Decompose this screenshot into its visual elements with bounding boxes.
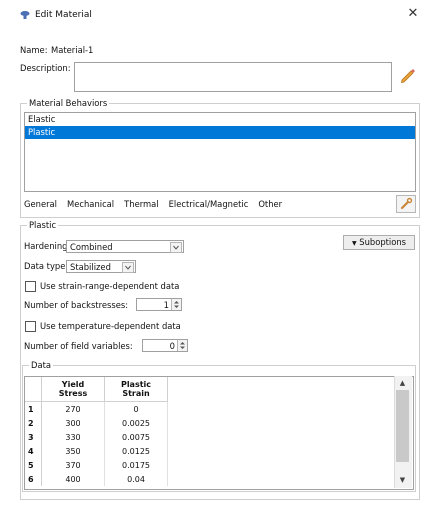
strain-range-label: Use strain-range-dependent data <box>40 281 180 291</box>
wrench-icon[interactable] <box>396 195 416 213</box>
description-label: Description: <box>20 63 71 73</box>
scroll-up-icon[interactable]: ▲ <box>396 379 409 388</box>
field-variables-label: Number of field variables: <box>24 341 133 351</box>
data-type-label: Data type: <box>24 261 69 271</box>
data-table[interactable]: Yield Stress Plastic Strain 1 270 0 2 30… <box>25 377 168 486</box>
data-legend: Data <box>31 360 51 370</box>
hardening-value: Combined <box>70 242 113 252</box>
window-title: Edit Material <box>35 10 92 20</box>
behavior-item-plastic[interactable]: Plastic <box>25 126 415 139</box>
column-header-line: Strain <box>122 389 150 398</box>
plastic-strain-cell[interactable]: 0.0075 <box>104 430 168 444</box>
yield-stress-cell[interactable]: 350 <box>41 444 105 458</box>
scrollbar-thumb[interactable] <box>396 390 409 462</box>
row-number: 2 <box>25 416 42 430</box>
row-number: 3 <box>25 430 42 444</box>
table-row[interactable]: 4 350 0.0125 <box>25 444 168 458</box>
menu-mechanical[interactable]: Mechanical <box>67 196 114 212</box>
behavior-menu-bar: General Mechanical Thermal Electrical/Ma… <box>24 196 292 212</box>
table-row[interactable]: 6 400 0.04 <box>25 472 168 486</box>
plastic-legend: Plastic <box>29 220 57 230</box>
spinner-icon[interactable] <box>171 299 181 310</box>
table-row[interactable]: 5 370 0.0175 <box>25 458 168 472</box>
menu-general[interactable]: General <box>24 196 57 212</box>
column-header-line: Yield <box>61 380 85 389</box>
yield-stress-cell[interactable]: 370 <box>41 458 105 472</box>
hardening-select[interactable]: Combined <box>66 240 184 253</box>
yield-stress-cell[interactable]: 300 <box>41 416 105 430</box>
pencil-icon[interactable] <box>398 66 416 84</box>
backstresses-value: 1 <box>163 300 169 310</box>
material-app-icon <box>20 11 30 19</box>
table-row[interactable]: 3 330 0.0075 <box>25 430 168 444</box>
column-header-line: Stress <box>58 389 88 398</box>
row-number: 5 <box>25 458 42 472</box>
plastic-strain-cell[interactable]: 0 <box>104 401 168 416</box>
chevron-down-icon <box>170 242 182 253</box>
column-header-plastic-strain[interactable]: Plastic Strain <box>104 377 168 402</box>
suboptions-button[interactable]: ▼ Suboptions <box>343 235 415 250</box>
table-header-row: Yield Stress Plastic Strain <box>25 377 168 402</box>
behavior-item-elastic[interactable]: Elastic <box>25 113 415 126</box>
backstresses-stepper[interactable]: 1 <box>136 298 182 311</box>
menu-electrical-magnetic[interactable]: Electrical/Magnetic <box>169 196 249 212</box>
close-icon[interactable]: ✕ <box>405 6 421 22</box>
plastic-strain-cell[interactable]: 0.0025 <box>104 416 168 430</box>
table-row[interactable]: 1 270 0 <box>25 401 168 416</box>
hardening-label: Hardening: <box>24 241 71 251</box>
data-type-select[interactable]: Stabilized <box>66 260 136 273</box>
temperature-checkbox[interactable] <box>25 321 36 332</box>
strain-range-checkbox[interactable] <box>25 281 36 292</box>
plastic-strain-cell[interactable]: 0.0125 <box>104 444 168 458</box>
column-header-line: Plastic <box>120 380 152 389</box>
behaviors-list[interactable]: Elastic Plastic <box>24 112 416 192</box>
column-header-yield-stress[interactable]: Yield Stress <box>41 377 105 402</box>
menu-thermal[interactable]: Thermal <box>124 196 159 212</box>
row-number: 4 <box>25 444 42 458</box>
data-type-value: Stabilized <box>70 262 111 272</box>
chevron-down-icon <box>122 262 134 273</box>
table-row[interactable]: 2 300 0.0025 <box>25 416 168 430</box>
name-label: Name: <box>20 45 48 55</box>
row-number: 6 <box>25 472 42 486</box>
material-name-value: Material-1 <box>51 45 94 55</box>
plastic-strain-cell[interactable]: 0.0175 <box>104 458 168 472</box>
suboptions-label: Suboptions <box>359 237 407 247</box>
yield-stress-cell[interactable]: 330 <box>41 430 105 444</box>
material-behaviors-legend: Material Behaviors <box>29 98 108 108</box>
temperature-label: Use temperature-dependent data <box>40 321 181 331</box>
field-variables-stepper[interactable]: 0 <box>142 339 188 352</box>
description-input[interactable] <box>74 62 392 92</box>
row-number: 1 <box>25 401 42 416</box>
data-table-container[interactable]: Yield Stress Plastic Strain 1 270 0 2 30… <box>24 376 414 490</box>
plastic-strain-cell[interactable]: 0.04 <box>104 472 168 486</box>
spinner-icon[interactable] <box>177 340 187 351</box>
scroll-down-icon[interactable]: ▼ <box>396 476 409 485</box>
yield-stress-cell[interactable]: 400 <box>41 472 105 486</box>
backstresses-label: Number of backstresses: <box>24 300 129 310</box>
menu-other[interactable]: Other <box>258 196 282 212</box>
row-number-header <box>25 377 42 402</box>
field-variables-value: 0 <box>169 341 175 351</box>
triangle-down-icon: ▼ <box>351 240 357 247</box>
yield-stress-cell[interactable]: 270 <box>41 401 105 416</box>
